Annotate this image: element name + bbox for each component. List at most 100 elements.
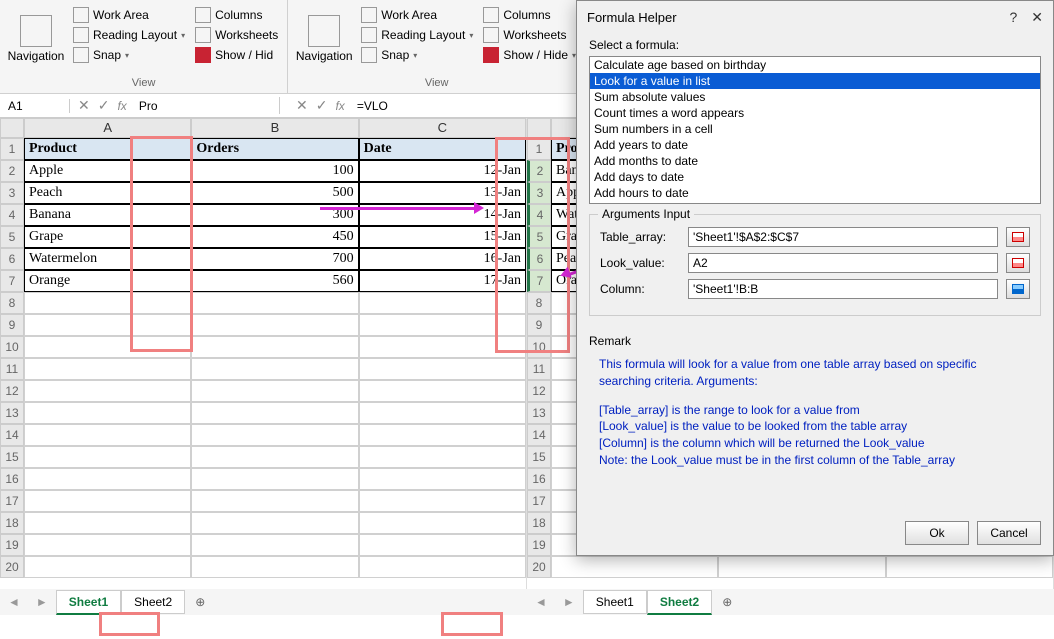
cell[interactable] xyxy=(191,424,358,446)
close-icon[interactable]: ✕ xyxy=(1031,9,1043,26)
column-header[interactable]: C xyxy=(359,118,526,138)
cell[interactable] xyxy=(191,336,358,358)
cell[interactable] xyxy=(24,336,191,358)
cell[interactable] xyxy=(359,402,526,424)
cell[interactable] xyxy=(191,380,358,402)
cell[interactable]: 500 xyxy=(191,182,358,204)
formula-item[interactable]: Add months to date xyxy=(590,153,1040,169)
row-header[interactable]: 12 xyxy=(527,380,551,402)
cell[interactable] xyxy=(24,534,191,556)
cell[interactable]: 15-Jan xyxy=(359,226,526,248)
tab-next-icon[interactable]: ► xyxy=(555,595,583,609)
row-header[interactable]: 1 xyxy=(527,138,551,160)
cell[interactable] xyxy=(24,292,191,314)
cell[interactable] xyxy=(359,534,526,556)
row-header[interactable]: 20 xyxy=(0,556,24,578)
show-hide-button[interactable]: Show / Hide▾ xyxy=(480,46,579,64)
column-header[interactable]: A xyxy=(24,118,191,138)
cell[interactable]: Date xyxy=(359,138,526,160)
tab-add-icon[interactable]: ⊕ xyxy=(185,595,215,609)
arg-column-input[interactable] xyxy=(688,279,998,299)
worksheets-button[interactable]: Worksheets xyxy=(480,26,579,44)
row-header[interactable]: 11 xyxy=(527,358,551,380)
row-header[interactable]: 15 xyxy=(527,446,551,468)
formula-text[interactable]: =VLO xyxy=(353,99,388,113)
row-header[interactable]: 16 xyxy=(0,468,24,490)
cell[interactable] xyxy=(24,314,191,336)
snap-button[interactable]: Snap▾ xyxy=(70,46,188,64)
cell[interactable] xyxy=(24,490,191,512)
cell[interactable] xyxy=(24,358,191,380)
cell[interactable] xyxy=(191,468,358,490)
tab-next-icon[interactable]: ► xyxy=(28,595,56,609)
row-header[interactable]: 19 xyxy=(527,534,551,556)
cell[interactable] xyxy=(24,380,191,402)
cell[interactable] xyxy=(359,446,526,468)
row-header[interactable]: 20 xyxy=(527,556,551,578)
row-header[interactable]: 5 xyxy=(527,226,551,248)
work-area-button[interactable]: Work Area xyxy=(358,6,476,24)
row-header[interactable]: 3 xyxy=(527,182,551,204)
cell[interactable] xyxy=(191,490,358,512)
cell[interactable] xyxy=(359,468,526,490)
row-header[interactable]: 15 xyxy=(0,446,24,468)
show-hide-button[interactable]: Show / Hid xyxy=(192,46,281,64)
cell[interactable]: 100 xyxy=(191,160,358,182)
formula-item[interactable]: Sum absolute values xyxy=(590,89,1040,105)
cell[interactable]: Product xyxy=(24,138,191,160)
row-header[interactable]: 2 xyxy=(527,160,551,182)
cell[interactable]: 16-Jan xyxy=(359,248,526,270)
cell[interactable] xyxy=(191,358,358,380)
enter-icon[interactable]: ✓ xyxy=(98,97,110,114)
row-header[interactable]: 9 xyxy=(0,314,24,336)
formula-list[interactable]: Calculate age based on birthdayLook for … xyxy=(589,56,1041,204)
cell[interactable]: Orange xyxy=(24,270,191,292)
cell[interactable] xyxy=(359,424,526,446)
tab-prev-icon[interactable]: ◄ xyxy=(0,595,28,609)
row-header[interactable]: 1 xyxy=(0,138,24,160)
snap-button[interactable]: Snap▾ xyxy=(358,46,476,64)
enter-icon[interactable]: ✓ xyxy=(316,97,328,114)
row-header[interactable]: 5 xyxy=(0,226,24,248)
row-header[interactable]: 10 xyxy=(527,336,551,358)
cell[interactable] xyxy=(24,556,191,578)
cell[interactable] xyxy=(359,358,526,380)
navigation-button[interactable]: Navigation xyxy=(294,2,354,75)
row-header[interactable]: 17 xyxy=(527,490,551,512)
cell[interactable] xyxy=(359,336,526,358)
range-select-button[interactable] xyxy=(1006,279,1030,299)
row-header[interactable]: 10 xyxy=(0,336,24,358)
formula-item[interactable]: Add days to date xyxy=(590,169,1040,185)
row-header[interactable]: 11 xyxy=(0,358,24,380)
cell[interactable]: Banana xyxy=(24,204,191,226)
cell[interactable] xyxy=(359,512,526,534)
formula-text[interactable]: Pro xyxy=(135,99,158,113)
select-all-corner[interactable] xyxy=(0,118,24,138)
tab-prev-icon[interactable]: ◄ xyxy=(527,595,555,609)
cell[interactable] xyxy=(24,402,191,424)
formula-item[interactable]: Calculate age based on birthday xyxy=(590,57,1040,73)
row-header[interactable]: 19 xyxy=(0,534,24,556)
cell[interactable] xyxy=(359,314,526,336)
formula-item[interactable]: Look for a value in list xyxy=(590,73,1040,89)
tab-sheet1[interactable]: Sheet1 xyxy=(583,590,647,614)
cell[interactable] xyxy=(191,556,358,578)
row-header[interactable]: 13 xyxy=(527,402,551,424)
column-header[interactable]: B xyxy=(191,118,358,138)
worksheets-button[interactable]: Worksheets xyxy=(192,26,281,44)
row-header[interactable]: 17 xyxy=(0,490,24,512)
row-header[interactable]: 18 xyxy=(0,512,24,534)
tab-add-icon[interactable]: ⊕ xyxy=(712,595,742,609)
cell[interactable]: Watermelon xyxy=(24,248,191,270)
reading-layout-button[interactable]: Reading Layout▾ xyxy=(358,26,476,44)
ok-button[interactable]: Ok xyxy=(905,521,969,545)
range-select-button[interactable] xyxy=(1006,253,1030,273)
tab-sheet1[interactable]: Sheet1 xyxy=(56,590,121,615)
cancel-icon[interactable]: ✕ xyxy=(296,97,308,114)
cell[interactable] xyxy=(191,402,358,424)
cell[interactable]: 450 xyxy=(191,226,358,248)
tab-sheet2[interactable]: Sheet2 xyxy=(121,590,185,614)
fx-icon[interactable]: fx xyxy=(117,99,126,113)
formula-item[interactable]: Add hours to date xyxy=(590,185,1040,201)
cell[interactable]: Apple xyxy=(24,160,191,182)
